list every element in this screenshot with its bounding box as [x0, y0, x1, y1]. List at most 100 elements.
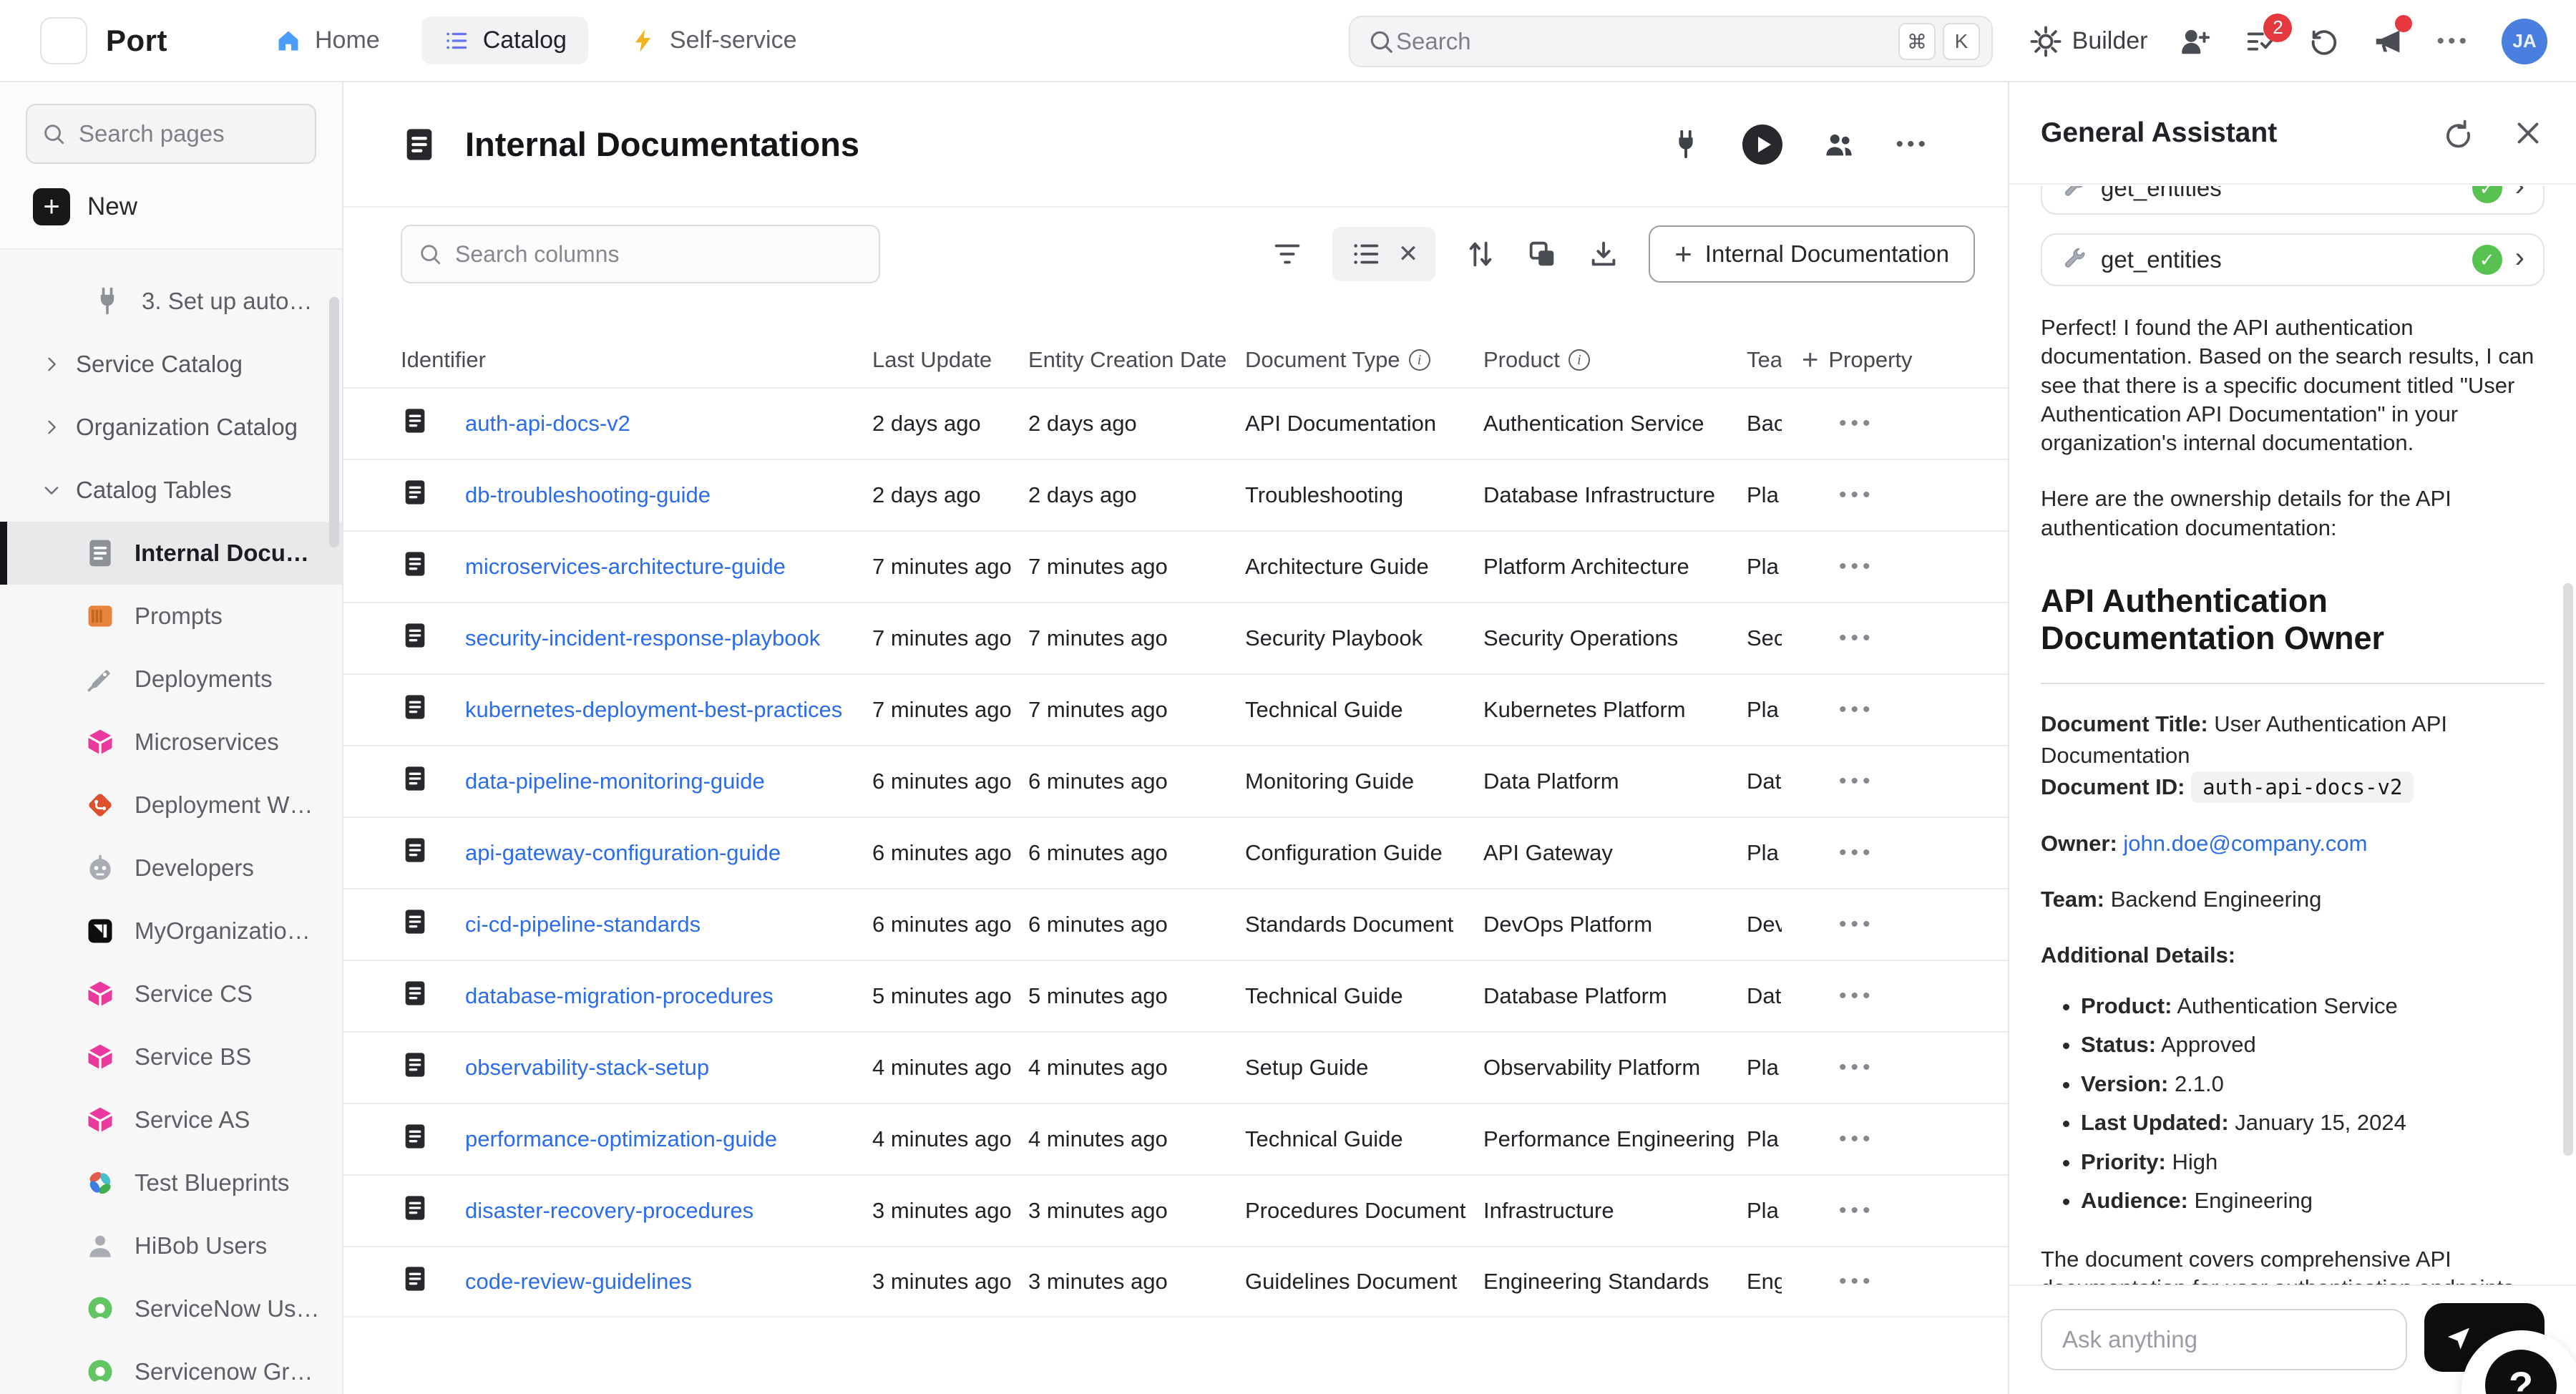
sidebar-item-hibob-users[interactable]: HiBob Users — [0, 1214, 342, 1277]
sidebar-search[interactable] — [26, 104, 316, 164]
new-page-button[interactable]: + New — [33, 188, 316, 225]
column-search-input[interactable] — [454, 240, 863, 268]
download-icon[interactable] — [1587, 238, 1620, 270]
row-more-button[interactable]: ••• — [1839, 698, 1875, 722]
page-more-button[interactable]: ••• — [1896, 132, 1929, 157]
sidebar-item-organization-catalog[interactable]: Organization Catalog — [0, 396, 342, 459]
plug-icon[interactable] — [1669, 128, 1702, 161]
row-more-button[interactable]: ••• — [1839, 912, 1875, 937]
row-more-button[interactable]: ••• — [1839, 483, 1875, 507]
sidebar-item-servicenow-us[interactable]: ServiceNow Us… — [0, 1277, 342, 1340]
sidebar-item-servicenow-gr[interactable]: Servicenow Gr… — [0, 1340, 342, 1394]
sidebar-scrollbar[interactable] — [329, 297, 339, 547]
assistant-title: General Assistant — [2041, 117, 2277, 149]
entity-link[interactable]: disaster-recovery-procedures — [465, 1198, 872, 1224]
tool-call-card[interactable]: get_entities✓› — [2041, 233, 2545, 286]
sidebar-item-catalog-tables[interactable]: Catalog Tables — [0, 459, 342, 522]
column-header-document-type[interactable]: Document Typei — [1245, 347, 1483, 373]
sidebar-item-service-bs[interactable]: Service BS — [0, 1025, 342, 1088]
users-icon[interactable] — [1823, 128, 1855, 161]
column-header-identifier[interactable]: Identifier — [401, 347, 872, 373]
nav-tab-home[interactable]: Home — [253, 16, 401, 64]
row-more-button[interactable]: ••• — [1839, 1127, 1875, 1151]
sidebar-item-deployment-w[interactable]: Deployment W… — [0, 774, 342, 837]
sidebar-item-microservices[interactable]: Microservices — [0, 711, 342, 774]
row-more-button[interactable]: ••• — [1839, 411, 1875, 436]
entity-link[interactable]: security-incident-response-playbook — [465, 625, 872, 651]
port-logo[interactable] — [40, 17, 87, 64]
entity-link[interactable]: microservices-architecture-guide — [465, 554, 872, 580]
play-icon[interactable] — [1742, 125, 1782, 165]
global-search[interactable]: ⌘ K — [1349, 16, 1993, 67]
sidebar-item-myorganizatio[interactable]: MyOrganizatio… — [0, 900, 342, 962]
sidebar-search-input[interactable] — [77, 120, 301, 148]
column-header-last-update[interactable]: Last Update — [872, 347, 1028, 373]
chevron-right-icon[interactable]: › — [2515, 186, 2524, 200]
entity-link[interactable]: ci-cd-pipeline-standards — [465, 912, 872, 937]
clear-icon[interactable]: ✕ — [1398, 240, 1419, 268]
user-avatar[interactable]: JA — [2502, 19, 2547, 64]
add-property-button[interactable]: + Property — [1782, 333, 2008, 387]
builder-button[interactable]: Builder — [2029, 25, 2148, 58]
info-icon[interactable]: i — [1409, 349, 1430, 371]
owner-email-link[interactable]: john.doe@company.com — [2123, 831, 2367, 856]
entity-link[interactable]: auth-api-docs-v2 — [465, 411, 872, 437]
global-search-input[interactable] — [1395, 27, 1891, 56]
servicenow-icon — [84, 1356, 116, 1388]
announcements-button[interactable] — [2372, 25, 2405, 58]
chevron-down-icon[interactable] — [37, 480, 66, 500]
nav-tab-self-service[interactable]: Self-service — [608, 16, 819, 64]
sidebar-item-3-set-up-auto[interactable]: 3. Set up auto… — [0, 270, 342, 333]
entity-link[interactable]: kubernetes-deployment-best-practices — [465, 697, 872, 723]
cell-last-update: 6 minutes ago — [872, 769, 1028, 794]
add-entity-button[interactable]: + Internal Documentation — [1649, 225, 1975, 283]
history-button[interactable] — [2308, 25, 2341, 58]
entity-link[interactable]: database-migration-procedures — [465, 983, 872, 1009]
entity-link[interactable]: api-gateway-configuration-guide — [465, 840, 872, 866]
entity-link[interactable]: code-review-guidelines — [465, 1269, 872, 1295]
chevron-right-icon[interactable] — [37, 354, 66, 374]
sidebar-item-deployments[interactable]: Deployments — [0, 648, 342, 711]
row-more-button[interactable]: ••• — [1839, 1056, 1875, 1080]
ask-input[interactable] — [2041, 1309, 2407, 1370]
sidebar-item-test-blueprints[interactable]: Test Blueprints — [0, 1151, 342, 1214]
sidebar-item-prompts[interactable]: Prompts — [0, 585, 342, 648]
invite-users-button[interactable] — [2179, 25, 2212, 58]
cell-product: Database Infrastructure — [1483, 482, 1747, 508]
filter-icon[interactable] — [1271, 238, 1304, 270]
row-more-button[interactable]: ••• — [1839, 626, 1875, 650]
row-more-button[interactable]: ••• — [1839, 769, 1875, 794]
reset-icon[interactable] — [2441, 117, 2474, 150]
column-header-entity-creation-date[interactable]: Entity Creation Date — [1028, 347, 1245, 373]
nav-tab-catalog[interactable]: Catalog — [421, 16, 588, 64]
more-menu-button[interactable]: ••• — [2436, 29, 2470, 54]
entity-link[interactable]: db-troubleshooting-guide — [465, 482, 872, 508]
entity-link[interactable]: observability-stack-setup — [465, 1055, 872, 1081]
row-more-button[interactable]: ••• — [1839, 841, 1875, 865]
assistant-heading: API Authentication Documentation Owner — [2041, 583, 2545, 657]
info-icon[interactable]: i — [1568, 349, 1590, 371]
tasks-button[interactable]: 2 — [2243, 25, 2276, 58]
row-more-button[interactable]: ••• — [1839, 1199, 1875, 1223]
row-more-button[interactable]: ••• — [1839, 1269, 1875, 1294]
close-icon[interactable] — [2512, 117, 2545, 150]
entity-link[interactable]: performance-optimization-guide — [465, 1126, 872, 1152]
page-header-actions: ••• — [1669, 125, 1929, 165]
sidebar-item-service-as[interactable]: Service AS — [0, 1088, 342, 1151]
copy-icon[interactable] — [1526, 238, 1558, 270]
column-search[interactable] — [401, 225, 880, 283]
sidebar-item-developers[interactable]: Developers — [0, 837, 342, 900]
chevron-right-icon[interactable] — [37, 417, 66, 437]
sidebar-item-internal-docu[interactable]: Internal Docu… — [0, 522, 342, 585]
sort-icon[interactable] — [1464, 238, 1497, 270]
tool-call-card[interactable]: get_entities✓› — [2041, 186, 2545, 215]
group-by-control[interactable]: ✕ — [1332, 227, 1436, 281]
entity-link[interactable]: data-pipeline-monitoring-guide — [465, 769, 872, 794]
column-header-product[interactable]: Producti — [1483, 347, 1747, 373]
chevron-right-icon[interactable]: › — [2515, 243, 2524, 272]
sidebar-item-service-catalog[interactable]: Service Catalog — [0, 333, 342, 396]
sidebar-item-service-cs[interactable]: Service CS — [0, 962, 342, 1025]
panel-scrollbar[interactable] — [2563, 583, 2573, 1156]
row-more-button[interactable]: ••• — [1839, 984, 1875, 1008]
row-more-button[interactable]: ••• — [1839, 555, 1875, 579]
